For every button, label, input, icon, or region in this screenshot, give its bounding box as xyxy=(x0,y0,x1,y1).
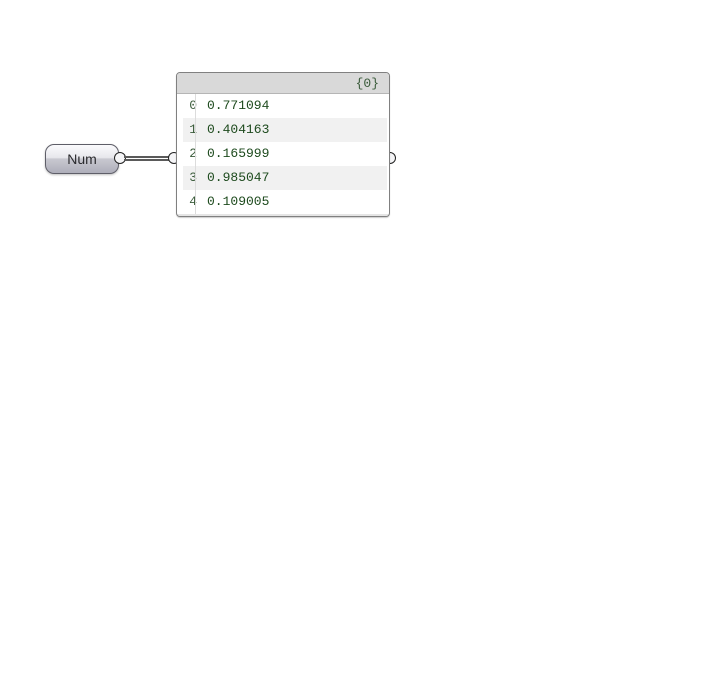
panel-row: 3 0.985047 xyxy=(183,166,387,190)
panel-row: 1 0.404163 xyxy=(183,118,387,142)
row-value: 0.985047 xyxy=(201,166,269,190)
panel-header: {0} xyxy=(177,73,389,94)
num-output-grip[interactable] xyxy=(114,152,126,164)
panel-row: 2 0.165999 xyxy=(183,142,387,166)
row-index: 1 xyxy=(183,118,201,142)
row-index: 2 xyxy=(183,142,201,166)
panel-row: 4 0.109005 xyxy=(183,190,387,214)
panel-rows: 0 0.771094 1 0.404163 2 0.165999 3 0.985… xyxy=(177,94,389,214)
row-value: 0.404163 xyxy=(201,118,269,142)
wire xyxy=(124,156,170,161)
panel-path-label: {0} xyxy=(356,76,379,91)
row-value: 0.165999 xyxy=(201,142,269,166)
panel-row: 0 0.771094 xyxy=(183,94,387,118)
row-index: 0 xyxy=(183,94,201,118)
num-component[interactable]: Num xyxy=(45,144,119,174)
panel-footer xyxy=(177,214,389,216)
data-panel[interactable]: {0} 0 0.771094 1 0.404163 2 0.165999 3 0… xyxy=(176,72,390,217)
row-value: 0.771094 xyxy=(201,94,269,118)
row-index: 3 xyxy=(183,166,201,190)
num-component-label: Num xyxy=(67,151,97,167)
row-value: 0.109005 xyxy=(201,190,269,214)
grasshopper-canvas[interactable]: Num {0} 0 0.771094 1 0.404163 2 0.165999 xyxy=(0,0,704,686)
row-index: 4 xyxy=(183,190,201,214)
